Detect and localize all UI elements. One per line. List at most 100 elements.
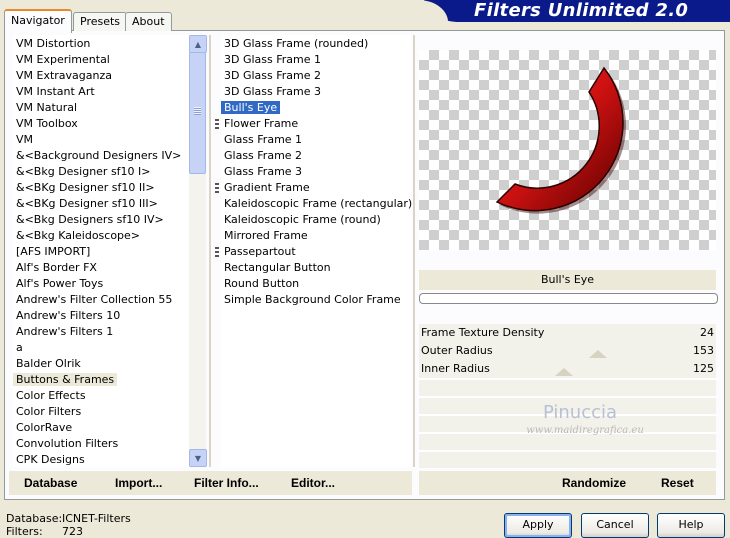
filter-item[interactable]: Gradient Frame <box>215 180 313 196</box>
category-item-label: Color Filters <box>16 405 82 418</box>
import-button[interactable]: Import... <box>115 476 162 490</box>
category-scrollbar[interactable]: ▲ ▼ <box>189 35 207 467</box>
category-item-label: VM Instant Art <box>16 85 95 98</box>
filter-info-button[interactable]: Filter Info... <box>194 476 259 490</box>
param-value: 125 <box>693 362 714 375</box>
filter-item-label: Gradient Frame <box>224 181 310 194</box>
scroll-down-icon[interactable]: ▼ <box>189 449 207 467</box>
filter-item[interactable]: Round Button <box>221 276 302 292</box>
filter-item[interactable]: Glass Frame 1 <box>221 132 305 148</box>
status-filters-label: Filters: <box>6 525 43 538</box>
filter-item[interactable]: Glass Frame 3 <box>221 164 305 180</box>
param-frame-texture-density[interactable]: Frame Texture Density 24 <box>419 324 716 343</box>
filter-item-label: 3D Glass Frame 1 <box>224 53 322 66</box>
category-item-label: &<BKg Designer sf10 III> <box>16 197 158 210</box>
category-item[interactable]: &<BKg Designer sf10 III> <box>13 196 161 212</box>
category-item-label: Alf's Power Toys <box>16 277 104 290</box>
tab-about[interactable]: About <box>125 12 172 31</box>
param-outer-radius[interactable]: Outer Radius 153 <box>419 342 716 361</box>
filter-item-label: 3D Glass Frame (rounded) <box>224 37 369 50</box>
category-item[interactable]: VM Distortion <box>13 36 93 52</box>
grip-icon <box>215 247 219 257</box>
category-item[interactable]: Andrew's Filters 1 <box>13 324 116 340</box>
filter-item-label: Simple Background Color Frame <box>224 293 401 306</box>
list-divider <box>209 35 211 467</box>
category-item[interactable]: ColorRave <box>13 420 75 436</box>
filter-item-label: Passepartout <box>224 245 296 258</box>
filter-item[interactable]: Passepartout <box>215 244 299 260</box>
category-item[interactable]: &<Bkg Kaleidoscope> <box>13 228 143 244</box>
filter-item[interactable]: Mirrored Frame <box>221 228 311 244</box>
category-item[interactable]: [AFS IMPORT] <box>13 244 93 260</box>
filter-item-label: 3D Glass Frame 2 <box>224 69 322 82</box>
apply-button[interactable]: Apply <box>504 513 572 538</box>
tab-navigator[interactable]: Navigator <box>4 9 72 33</box>
filter-item-label: Rectangular Button <box>224 261 331 274</box>
category-item[interactable]: CPK Designs <box>13 452 88 467</box>
scroll-up-icon[interactable]: ▲ <box>189 35 207 53</box>
category-item[interactable]: Alf's Power Toys <box>13 276 106 292</box>
filter-item[interactable]: Flower Frame <box>215 116 301 132</box>
help-button[interactable]: Help <box>657 513 725 538</box>
randomize-button[interactable]: Randomize <box>562 476 626 490</box>
param-label: Outer Radius <box>421 344 493 357</box>
category-item[interactable]: Color Effects <box>13 388 89 404</box>
category-item[interactable]: VM <box>13 132 36 148</box>
empty-parameter-rows <box>419 378 716 468</box>
category-item[interactable]: Balder Olrik <box>13 356 84 372</box>
param-value: 153 <box>693 344 714 357</box>
category-item-label: Buttons & Frames <box>13 373 118 386</box>
preview-divider <box>413 35 415 467</box>
filter-item[interactable]: 3D Glass Frame 3 <box>221 84 324 100</box>
category-item-label: Alf's Border FX <box>16 261 97 274</box>
filter-item-label: Kaleidoscopic Frame (rectangular) <box>224 197 413 210</box>
category-item-label: &<Background Designers IV> <box>16 149 182 162</box>
category-item[interactable]: a <box>13 340 26 356</box>
param-inner-radius[interactable]: Inner Radius 125 <box>419 360 716 379</box>
category-item[interactable]: &<Background Designers IV> <box>13 148 184 164</box>
filter-item[interactable]: Simple Background Color Frame <box>221 292 404 308</box>
category-item[interactable]: &<Bkg Designers sf10 IV> <box>13 212 167 228</box>
category-item-label: VM Experimental <box>16 53 110 66</box>
slider-knob-icon[interactable] <box>555 368 573 376</box>
category-item[interactable]: Andrew's Filters 10 <box>13 308 123 324</box>
cancel-button[interactable]: Cancel <box>581 513 649 538</box>
category-item[interactable]: Andrew's Filter Collection 55 <box>13 292 175 308</box>
category-item-label: VM Distortion <box>16 37 91 50</box>
category-item-label: Andrew's Filters 10 <box>16 309 121 322</box>
category-item-label: &<Bkg Kaleidoscope> <box>16 229 141 242</box>
editor-button[interactable]: Editor... <box>291 476 335 490</box>
filter-item[interactable]: Kaleidoscopic Frame (rectangular) <box>221 196 415 212</box>
category-item[interactable]: &<Bkg Designer sf10 I> <box>13 164 154 180</box>
filter-item[interactable]: 3D Glass Frame 1 <box>221 52 324 68</box>
database-button[interactable]: Database <box>24 476 77 490</box>
filter-item[interactable]: Rectangular Button <box>221 260 334 276</box>
category-item[interactable]: VM Extravaganza <box>13 68 115 84</box>
category-item[interactable]: VM Instant Art <box>13 84 98 100</box>
filter-item[interactable]: Glass Frame 2 <box>221 148 305 164</box>
filter-item[interactable]: 3D Glass Frame (rounded) <box>221 36 371 52</box>
reset-button[interactable]: Reset <box>661 476 694 490</box>
category-list[interactable]: VM Distortion VM Experimental VM Extravaga… <box>13 35 189 467</box>
category-item[interactable]: VM Toolbox <box>13 116 81 132</box>
category-item-label: &<Bkg Designer sf10 I> <box>16 165 151 178</box>
scroll-thumb[interactable] <box>189 52 206 174</box>
tab-presets[interactable]: Presets <box>73 12 128 31</box>
slider-knob-icon[interactable] <box>589 350 607 358</box>
preview-canvas <box>419 50 716 250</box>
filter-item-label: Glass Frame 3 <box>224 165 303 178</box>
category-item[interactable]: Buttons & Frames <box>13 372 118 388</box>
category-item-label: [AFS IMPORT] <box>16 245 91 258</box>
category-item[interactable]: Color Filters <box>13 404 84 420</box>
category-item[interactable]: VM Experimental <box>13 52 113 68</box>
category-item-label: Andrew's Filter Collection 55 <box>16 293 173 306</box>
category-item[interactable]: Alf's Border FX <box>13 260 100 276</box>
category-item[interactable]: &<BKg Designer sf10 II> <box>13 180 158 196</box>
category-item[interactable]: Convolution Filters <box>13 436 121 452</box>
filter-item[interactable]: Bull's Eye <box>221 100 281 116</box>
category-item-label: Convolution Filters <box>16 437 119 450</box>
category-item[interactable]: VM Natural <box>13 100 80 116</box>
filter-item[interactable]: 3D Glass Frame 2 <box>221 68 324 84</box>
filter-item[interactable]: Kaleidoscopic Frame (round) <box>221 212 384 228</box>
filter-list[interactable]: 3D Glass Frame (rounded) 3D Glass Frame 1… <box>215 35 412 467</box>
